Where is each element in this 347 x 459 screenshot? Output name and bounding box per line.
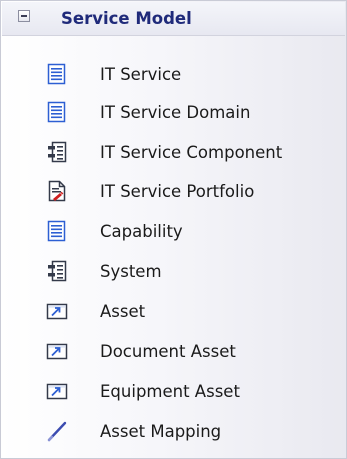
toolbox-item-it-service-portfolio[interactable]: IT Service Portfolio (46, 176, 336, 206)
list-document-icon (46, 101, 68, 123)
toolbox-item-document-asset[interactable]: Document Asset (46, 336, 336, 366)
toolbox-item-equipment-asset[interactable]: Equipment Asset (46, 376, 336, 406)
list-document-icon (46, 220, 68, 242)
toolbox-item-capability[interactable]: Capability (46, 216, 336, 246)
toolbox-item-it-service-domain[interactable]: IT Service Domain (46, 97, 336, 127)
toolbox-item-it-service-component[interactable]: IT Service Component (46, 137, 336, 167)
toolbox-item-label: System (100, 261, 162, 281)
toolbox-item-label: Asset Mapping (100, 421, 222, 441)
component-icon (46, 141, 68, 163)
list-document-icon (46, 63, 68, 85)
toolbox-item-asset-mapping[interactable]: Asset Mapping (46, 416, 336, 446)
diagonal-line-icon (46, 420, 68, 442)
section-header[interactable]: Service Model (2, 2, 345, 36)
toolbox-item-it-service[interactable]: IT Service (46, 59, 336, 89)
collapse-minus-icon[interactable] (18, 10, 30, 22)
toolbox-item-label: IT Service Domain (100, 102, 251, 122)
asset-arrow-icon (46, 380, 68, 402)
toolbox-item-label: Capability (100, 221, 183, 241)
toolbox-item-label: Asset (100, 301, 146, 321)
section-title: Service Model (61, 9, 192, 28)
toolbox-panel: Service Model IT Service IT Service Doma… (0, 0, 347, 459)
toolbox-item-label: IT Service Portfolio (100, 181, 255, 201)
asset-arrow-icon (46, 300, 68, 322)
portfolio-document-icon (46, 180, 68, 202)
asset-arrow-icon (46, 340, 68, 362)
toolbox-item-asset[interactable]: Asset (46, 296, 336, 326)
toolbox-item-system[interactable]: System (46, 256, 336, 286)
toolbox-item-label: Document Asset (100, 341, 236, 361)
toolbox-item-label: IT Service Component (100, 142, 283, 162)
component-icon (46, 260, 68, 282)
toolbox-item-label: Equipment Asset (100, 381, 240, 401)
toolbox-item-label: IT Service (100, 64, 182, 84)
